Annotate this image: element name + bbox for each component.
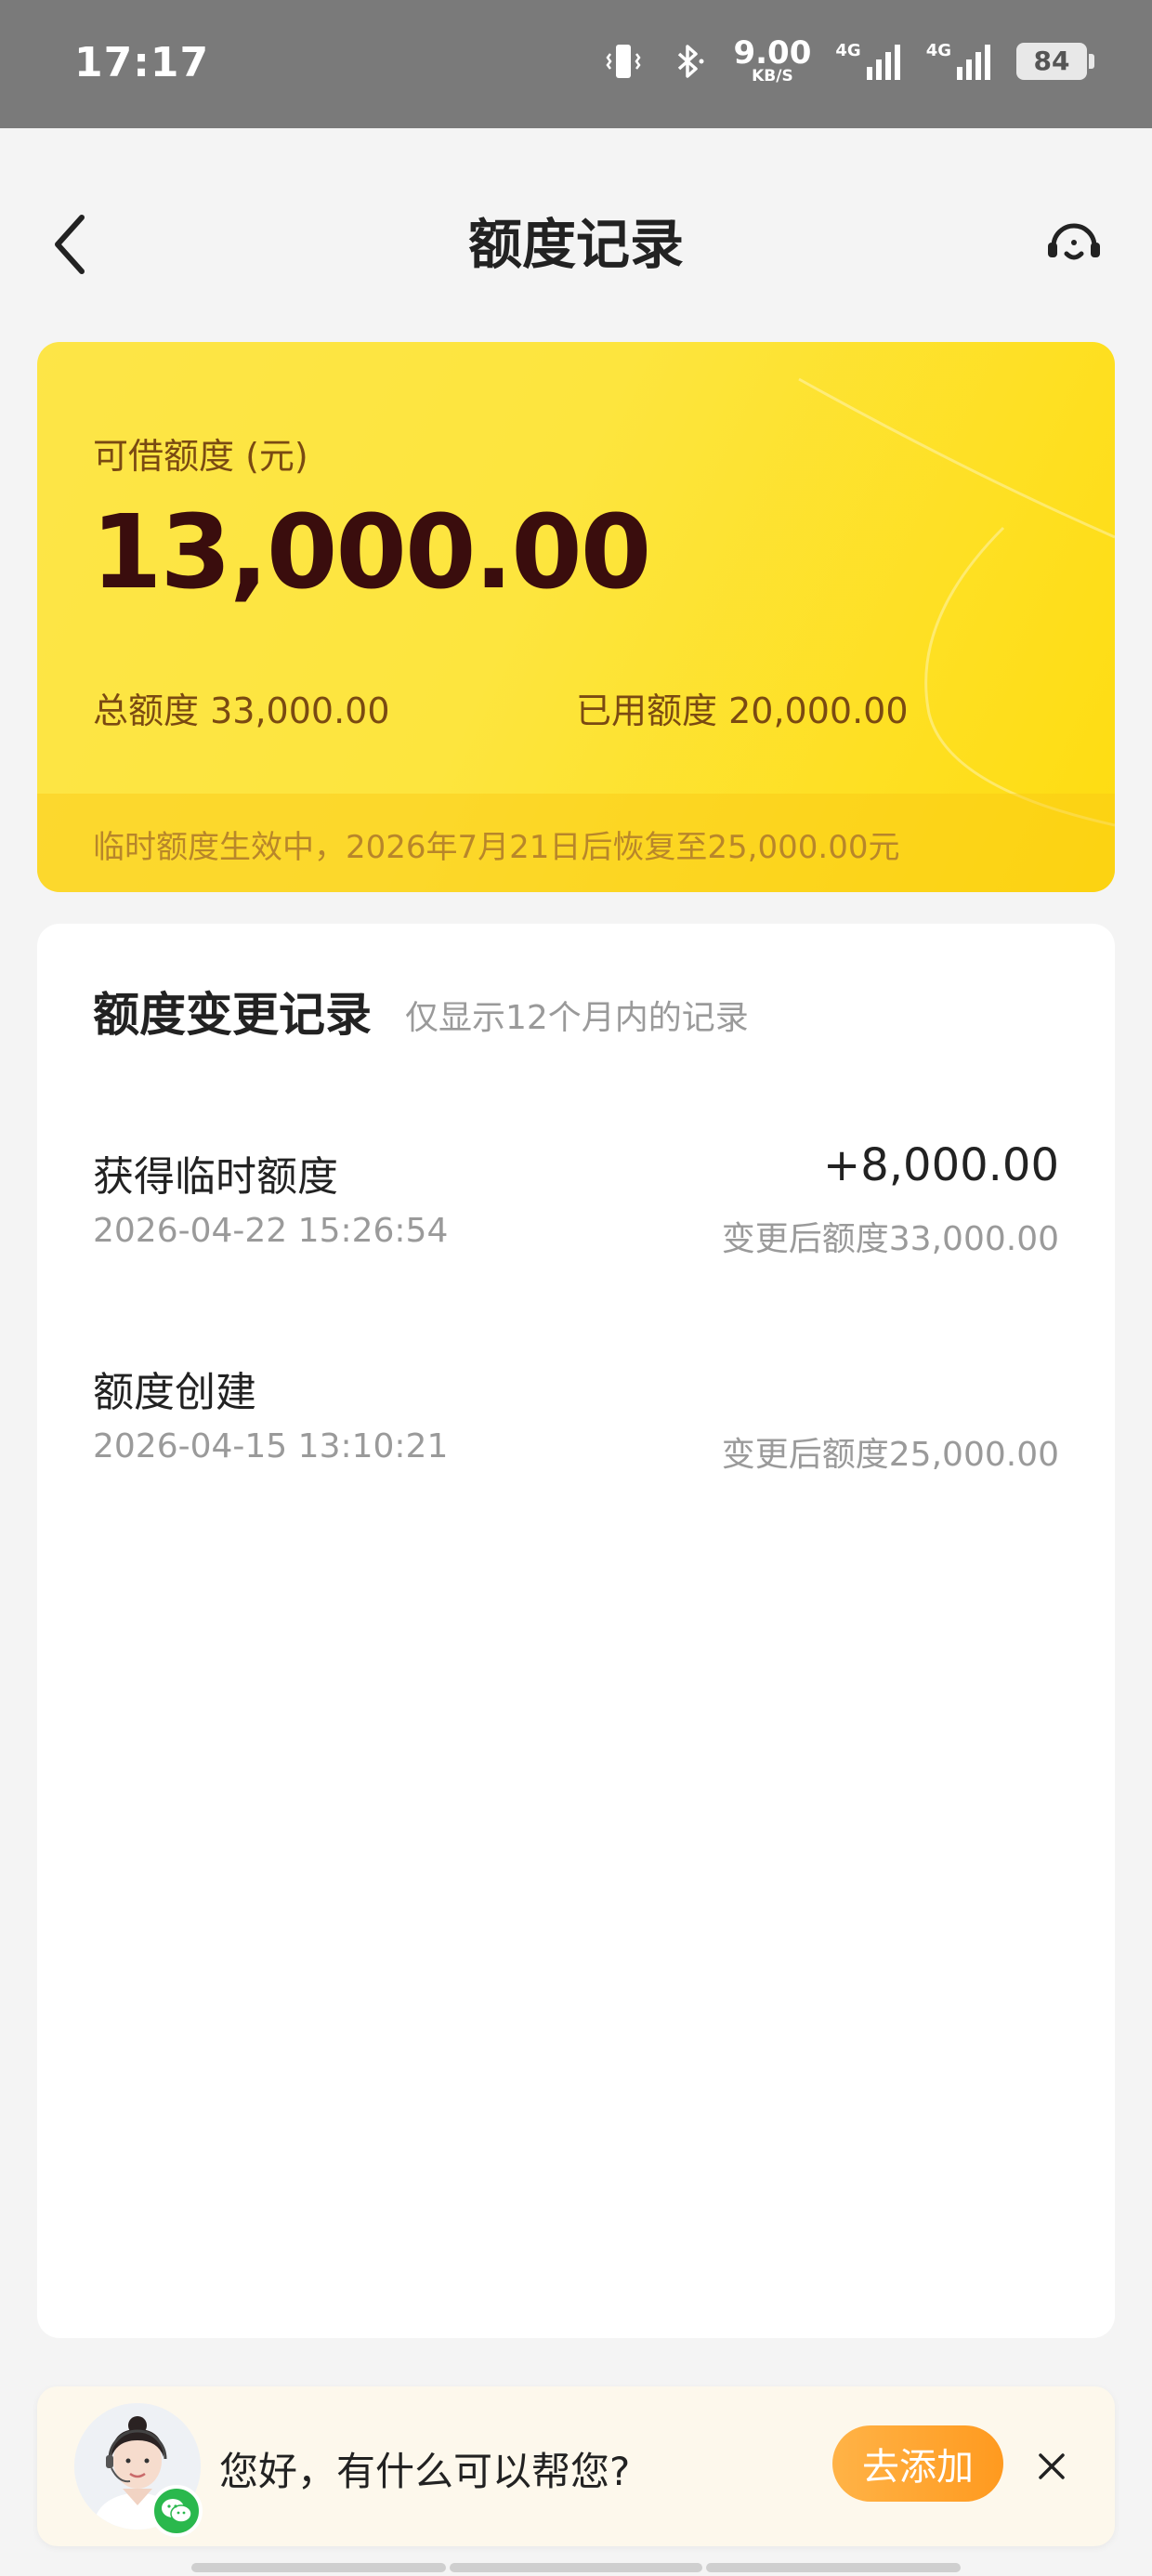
- record-name: 额度创建: [93, 1369, 256, 1416]
- signal-icon: 4G: [926, 41, 992, 82]
- close-button[interactable]: [1029, 2444, 1074, 2489]
- vibrate-icon: [603, 41, 644, 82]
- headset-icon: [1048, 223, 1100, 260]
- records-card: 额度变更记录 仅显示12个月内的记录 获得临时额度 +8,000.00 2026…: [37, 924, 1115, 2338]
- record-change: +8,000.00: [823, 1139, 1059, 1191]
- status-time: 17:17: [74, 39, 210, 86]
- available-quota-label: 可借额度 (元): [93, 436, 308, 477]
- net-speed: 9.00 KB/S: [733, 37, 811, 85]
- record-name: 获得临时额度: [93, 1153, 338, 1201]
- home-indicator: [450, 2563, 702, 2572]
- total-quota-label: 总额度: [93, 690, 200, 731]
- chat-bar: 您好，有什么可以帮您? 去添加: [37, 2386, 1115, 2546]
- chat-greeting: 您好，有什么可以帮您?: [219, 2449, 631, 2494]
- bluetooth-icon: [668, 41, 709, 82]
- record-after-quota: 变更后额度33,000.00: [721, 1220, 1059, 1258]
- nav-header: 额度记录: [0, 128, 1152, 342]
- status-icons: 9.00 KB/S 4G 4G 84: [603, 37, 1094, 85]
- records-note: 仅显示12个月内的记录: [405, 999, 749, 1037]
- record-item[interactable]: 获得临时额度 +8,000.00 2026-04-22 15:26:54 变更后…: [93, 1139, 1059, 1273]
- close-icon: [1039, 2453, 1065, 2479]
- used-quota: 已用额度 20,000.00: [576, 682, 909, 733]
- available-quota-amount: 13,000.00: [91, 493, 651, 611]
- home-indicator: [191, 2563, 446, 2572]
- battery-icon: 84: [1016, 42, 1094, 80]
- temp-quota-notice: 临时额度生效中，2026年7月21日后恢复至25,000.00元: [93, 829, 900, 866]
- network-label: 4G: [925, 40, 951, 60]
- used-quota-value: 20,000.00: [728, 690, 909, 731]
- records-title: 额度变更记录: [93, 988, 372, 1042]
- net-speed-unit: KB/S: [752, 67, 793, 85]
- total-quota: 总额度 33,000.00: [93, 682, 390, 733]
- add-button[interactable]: 去添加: [832, 2425, 1003, 2502]
- home-indicator: [706, 2563, 961, 2572]
- wechat-icon: [151, 2485, 203, 2537]
- record-after-quota: 变更后额度25,000.00: [721, 1436, 1059, 1474]
- status-bar: 17:17 9.00 KB/S 4G 4G 84: [0, 0, 1152, 128]
- quota-card: 可借额度 (元) 13,000.00 总额度 33,000.00 已用额度 20…: [37, 342, 1115, 892]
- used-quota-label: 已用额度: [576, 690, 718, 731]
- record-item[interactable]: 额度创建 2026-04-15 13:10:21 变更后额度25,000.00: [93, 1359, 1059, 1489]
- signal-icon: 4G: [835, 41, 901, 82]
- total-quota-value: 33,000.00: [210, 690, 390, 731]
- record-time: 2026-04-22 15:26:54: [93, 1212, 449, 1250]
- customer-service-button[interactable]: [1037, 203, 1111, 286]
- net-speed-value: 9.00: [733, 34, 812, 72]
- record-time: 2026-04-15 13:10:21: [93, 1427, 449, 1465]
- temp-quota-banner: 临时额度生效中，2026年7月21日后恢复至25,000.00元: [37, 794, 1115, 892]
- network-label: 4G: [835, 40, 861, 60]
- page-title: 额度记录: [467, 213, 684, 276]
